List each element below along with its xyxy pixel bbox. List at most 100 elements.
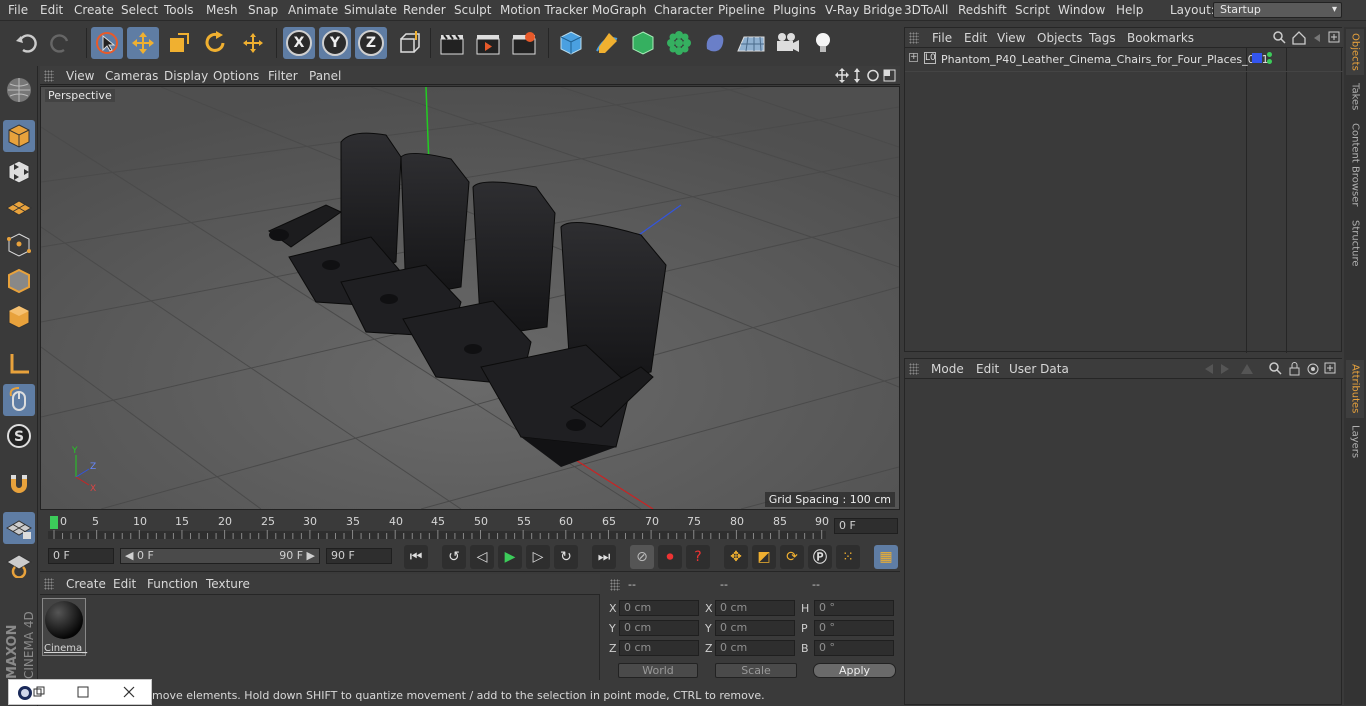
rot-h-field[interactable]: 0 ° [814,600,894,616]
menu-pipeline[interactable]: Pipeline [718,3,765,17]
target-icon[interactable] [1307,363,1319,375]
new-panel-icon[interactable] [1328,31,1340,43]
polygons-mode-button[interactable] [3,301,35,333]
render-picture-viewer-button[interactable] [472,27,504,59]
menu-3dtoall[interactable]: 3DToAll [904,3,948,17]
perspective-viewport[interactable]: Y Z X Perspective Grid Spacing : 100 cm [40,86,900,510]
tab-content-browser[interactable]: Content Browser [1346,119,1364,211]
menu-create[interactable]: Create [74,3,114,17]
menu-character[interactable]: Character [654,3,713,17]
menu-script[interactable]: Script [1015,3,1050,17]
floor-lock-button[interactable] [3,512,35,544]
frame-range-slider[interactable]: ◀ 0 F 90 F ▶ [120,548,320,564]
go-to-start-button[interactable]: ⏮ [404,545,428,569]
add-environment-button[interactable] [735,27,767,59]
previous-keyframe-button[interactable]: ↺ [442,545,466,569]
render-settings-button[interactable] [508,27,540,59]
menu-animate[interactable]: Animate [288,3,338,17]
playhead-marker[interactable] [50,516,58,529]
menu-render[interactable]: Render [403,3,446,17]
undo-button[interactable] [10,27,42,59]
go-to-end-button[interactable]: ⏭ [592,545,616,569]
coordinate-system-button[interactable] [393,27,425,59]
attribute-menu-user-data[interactable]: User Data [1009,362,1069,376]
attribute-menu-mode[interactable]: Mode [931,362,964,376]
move-tool-button[interactable] [127,27,159,59]
layout-select[interactable]: Startup [1213,2,1342,18]
tab-attributes[interactable]: Attributes [1346,360,1364,418]
object-menu-file[interactable]: File [932,31,952,45]
size-y-field[interactable]: 0 cm [715,620,795,636]
menu-mesh[interactable]: Mesh [206,3,238,17]
end-frame-field[interactable]: 90 F [326,548,392,564]
menu-snap[interactable]: Snap [248,3,278,17]
add-mograph-cloner-button[interactable] [663,27,695,59]
autokeying-button[interactable]: ⏺ [658,545,682,569]
object-menu-tags[interactable]: Tags [1089,31,1116,45]
menu-sculpt[interactable]: Sculpt [454,3,491,17]
pos-y-field[interactable]: 0 cm [619,620,699,636]
live-selection-button[interactable] [91,27,123,59]
layer-color-swatch[interactable] [1252,53,1262,63]
tab-takes[interactable]: Takes [1346,79,1364,115]
material-menu-edit[interactable]: Edit [113,577,136,591]
record-objects-button[interactable]: ⊘ [630,545,654,569]
apply-button[interactable]: Apply [813,663,896,678]
editor-visibility-dot[interactable] [1267,52,1272,57]
menu-mograph[interactable]: MoGraph [592,3,647,17]
menu-window[interactable]: Window [1058,3,1105,17]
new-panel-icon[interactable] [1324,362,1336,374]
render-view-button[interactable] [436,27,468,59]
size-x-field[interactable]: 0 cm [715,600,795,616]
material-menu-create[interactable]: Create [66,577,106,591]
texture-mode-button[interactable] [3,156,35,188]
forward-arrow-icon[interactable] [1221,364,1229,374]
recent-tool-button[interactable] [237,27,269,59]
up-arrow-icon[interactable] [1241,364,1253,374]
tab-structure[interactable]: Structure [1346,215,1364,271]
viewport-menu-panel[interactable]: Panel [309,69,341,83]
snap-settings-button[interactable]: S [3,420,35,452]
object-row[interactable]: + L0 Phantom_P40_Leather_Cinema_Chairs_f… [905,48,1343,72]
close-icon[interactable] [123,686,135,698]
menu-tools[interactable]: Tools [164,3,194,17]
record-position-button[interactable]: ✥ [724,545,748,569]
pos-z-field[interactable]: 0 cm [619,640,699,656]
zoom-icon[interactable] [854,68,860,83]
material-swatch[interactable]: Cinema_ [42,598,87,656]
size-z-field[interactable]: 0 cm [715,640,795,656]
record-scale-button[interactable]: ◩ [752,545,776,569]
menu-edit[interactable]: Edit [40,3,63,17]
expand-toggle-icon[interactable]: + [909,53,918,62]
workplane-mode-button[interactable] [3,192,35,224]
object-menu-view[interactable]: View [997,31,1025,45]
object-menu-objects[interactable]: Objects [1037,31,1082,45]
maximize-icon[interactable] [77,686,89,698]
search-icon[interactable] [1269,362,1282,375]
keyframe-selection-button[interactable]: ? [686,545,710,569]
enable-snap-button[interactable] [3,467,35,499]
next-frame-button[interactable]: ▷ [526,545,550,569]
restore-icon[interactable] [33,686,45,698]
timeline-window-button[interactable]: ▦ [874,545,898,569]
search-icon[interactable] [1273,31,1286,44]
add-cube-button[interactable] [555,27,587,59]
back-icon[interactable] [1314,34,1320,42]
attribute-menu-edit[interactable]: Edit [976,362,999,376]
menu-vray-bridge[interactable]: V-Ray Bridge [825,3,902,17]
viewport-menu-cameras[interactable]: Cameras [105,69,158,83]
tweak-mode-button[interactable] [3,384,35,416]
model-mode-button[interactable] [3,120,35,152]
size-mode-select[interactable]: Scale [715,663,797,678]
viewport-menu-view[interactable]: View [66,69,94,83]
start-frame-field[interactable]: 0 F [48,548,114,564]
object-name-label[interactable]: Phantom_P40_Leather_Cinema_Chairs_for_Fo… [941,53,1269,66]
pan-icon[interactable] [835,68,849,83]
maximize-view-icon[interactable] [883,69,896,82]
redo-button[interactable] [45,27,77,59]
z-axis-lock-button[interactable]: Z [355,27,387,59]
home-icon[interactable] [1292,31,1306,45]
menu-simulate[interactable]: Simulate [344,3,397,17]
rot-b-field[interactable]: 0 ° [814,640,894,656]
record-point-level-button[interactable]: ⁙ [836,545,860,569]
